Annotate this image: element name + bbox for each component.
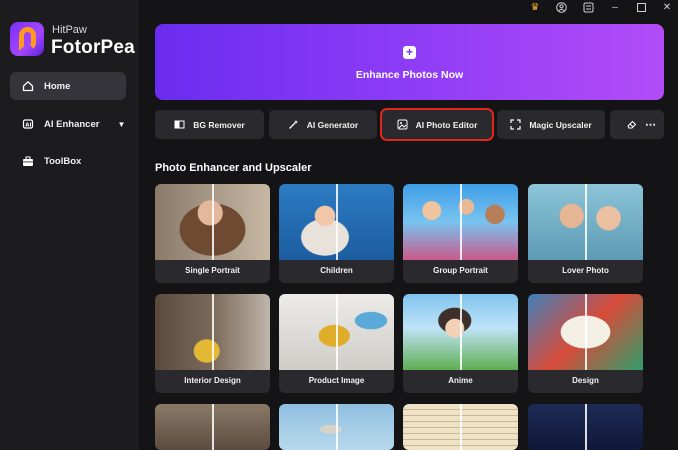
compare-divider (336, 404, 338, 450)
app-logo (10, 22, 44, 56)
sidebar-item-home[interactable]: Home (10, 72, 126, 100)
card-wedding[interactable] (155, 404, 270, 450)
sidebar-item-label: Home (44, 80, 71, 92)
bg-remover-icon (174, 119, 185, 130)
sidebar-item-toolbox[interactable]: ToolBox (10, 147, 126, 175)
more-tools-button[interactable]: ⋯ (610, 110, 664, 139)
more-icon: ⋯ (645, 119, 657, 131)
card-label: Group Portrait (433, 266, 488, 275)
card-bird[interactable] (279, 404, 394, 450)
close-icon[interactable]: ✕ (661, 1, 673, 13)
card-interior-design[interactable]: Interior Design (155, 294, 270, 393)
minimize-icon[interactable]: – (609, 1, 621, 13)
crown-icon[interactable]: ♛ (529, 1, 541, 13)
compare-divider (460, 184, 462, 260)
compare-divider (460, 294, 462, 370)
card-lover-photo[interactable]: Lover Photo (528, 184, 643, 283)
compare-divider (212, 184, 214, 260)
card-children[interactable]: Children (279, 184, 394, 283)
chevron-down-icon: ▼ (117, 119, 126, 129)
chip-label: Magic Upscaler (529, 119, 592, 130)
magic-wand-icon (288, 119, 299, 130)
compare-divider (460, 404, 462, 450)
enhance-photos-banner[interactable]: + Enhance Photos Now (155, 24, 664, 100)
card-design[interactable]: Design (528, 294, 643, 393)
card-cityscape[interactable] (528, 404, 643, 450)
svg-text:AI: AI (25, 123, 31, 129)
photo-edit-icon (397, 119, 408, 130)
app-window: HitPaw FotorPea Home AI AI Enhancer ▼ To… (0, 0, 678, 450)
enhance-photos-label: Enhance Photos Now (355, 69, 464, 81)
sidebar-item-ai-enhancer[interactable]: AI AI Enhancer ▼ (10, 110, 126, 138)
upscale-icon (510, 119, 521, 130)
card-product-image[interactable]: Product Image (279, 294, 394, 393)
brand-title: FotorPea (51, 37, 135, 58)
card-label: Lover Photo (562, 266, 609, 275)
compare-divider (212, 294, 214, 370)
card-anime[interactable]: Anime (403, 294, 518, 393)
toolbox-icon (22, 155, 34, 167)
ai-generator-button[interactable]: AI Generator (269, 110, 377, 139)
title-bar: ♛ – ✕ (139, 0, 678, 14)
sparkle-icon: AI (22, 118, 34, 130)
brand-sub: HitPaw (52, 24, 87, 36)
compare-divider (336, 184, 338, 260)
card-label: Design (572, 376, 599, 385)
plus-icon: + (403, 46, 416, 59)
compare-divider (336, 294, 338, 370)
chip-label: AI Photo Editor (415, 119, 478, 130)
chip-label: BG Remover (193, 119, 245, 130)
card-document[interactable] (403, 404, 518, 450)
compare-divider (585, 184, 587, 260)
card-label: Children (320, 266, 353, 275)
compare-divider (212, 404, 214, 450)
sidebar: HitPaw FotorPea Home AI AI Enhancer ▼ To… (0, 0, 139, 450)
card-single-portrait[interactable]: Single Portrait (155, 184, 270, 283)
card-label: Anime (448, 376, 473, 385)
maximize-icon[interactable] (635, 1, 647, 13)
card-group-portrait[interactable]: Group Portrait (403, 184, 518, 283)
settings-icon[interactable] (582, 1, 594, 13)
compare-divider (585, 294, 587, 370)
sidebar-item-label: AI Enhancer (44, 118, 100, 130)
card-label: Product Image (308, 376, 365, 385)
user-icon[interactable] (555, 1, 567, 13)
chip-label: AI Generator (306, 119, 359, 130)
bg-remover-button[interactable]: BG Remover (155, 110, 264, 139)
section-title: Photo Enhancer and Upscaler (155, 162, 312, 174)
card-label: Interior Design (184, 376, 241, 385)
eraser-icon (626, 119, 637, 130)
ai-photo-editor-button[interactable]: AI Photo Editor (380, 108, 494, 141)
card-label: Single Portrait (185, 266, 240, 275)
compare-divider (585, 404, 587, 450)
magic-upscaler-button[interactable]: Magic Upscaler (497, 110, 605, 139)
home-icon (22, 80, 34, 92)
sidebar-item-label: ToolBox (44, 155, 82, 167)
